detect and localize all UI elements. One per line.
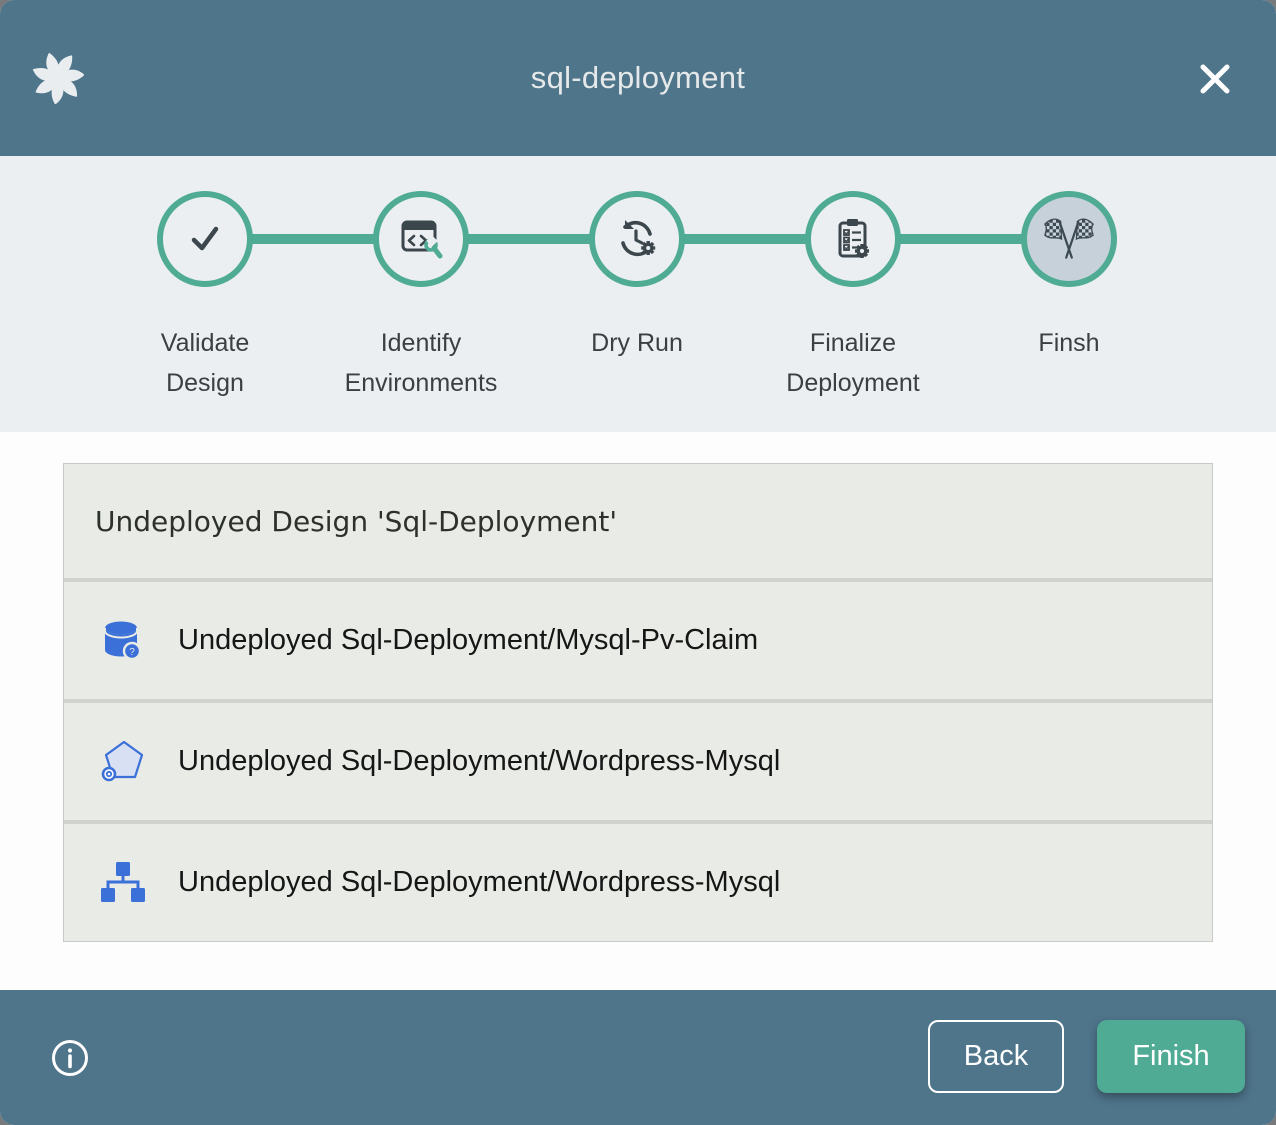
- list-item-text: Undeployed Sql-Deployment/Wordpress-Mysq…: [178, 745, 780, 778]
- app-backdrop: sql-deployment: [0, 0, 1276, 1125]
- step-finalize-deployment[interactable]: [805, 191, 901, 287]
- back-button[interactable]: Back: [928, 1020, 1064, 1093]
- step-identify-environments[interactable]: [373, 191, 469, 287]
- list-item: ? Undeployed Sql-Deployment/Mysql-Pv-Cla…: [64, 578, 1212, 699]
- list-item: Undeployed Sql-Deployment/Wordpress-Mysq…: [64, 820, 1212, 941]
- gear: [855, 244, 869, 258]
- list-item: Undeployed Sql-Deployment/Wordpress-Mysq…: [64, 699, 1212, 820]
- step-label-dry-run: Dry Run: [552, 323, 722, 363]
- finish-button[interactable]: Finish: [1097, 1020, 1245, 1093]
- result-header-row: Undeployed Design 'Sql-Deployment': [64, 464, 1212, 578]
- svg-text:?: ?: [129, 647, 135, 658]
- list-item-text: Undeployed Sql-Deployment/Wordpress-Mysq…: [178, 866, 780, 899]
- hierarchy-icon: [99, 859, 147, 907]
- wizard-stepper: Validate Design Identify Environments Dr…: [0, 156, 1276, 432]
- step-label-finish: Finsh: [984, 323, 1154, 363]
- deploy-result-list: Undeployed Design 'Sql-Deployment' ?: [63, 463, 1213, 942]
- check-icon: [181, 215, 229, 263]
- sync-gear-icon: [613, 215, 661, 263]
- step-label-finalize-deployment: Finalize Deployment: [768, 323, 938, 403]
- finish-flags-icon: [1043, 213, 1095, 265]
- database-icon: ?: [99, 617, 147, 665]
- footer-actions: Back Finish: [928, 1020, 1245, 1093]
- step-label-validate-design: Validate Design: [120, 323, 290, 403]
- step-label-identify-environments: Identify Environments: [336, 323, 506, 403]
- clipboard-gear-icon: [829, 215, 877, 263]
- step-dry-run[interactable]: [589, 191, 685, 287]
- step-finish[interactable]: [1021, 191, 1117, 287]
- close-icon[interactable]: [1194, 58, 1236, 100]
- dialog-footer: Back Finish: [0, 990, 1276, 1125]
- deployment-wizard-dialog: sql-deployment: [0, 0, 1276, 1125]
- dialog-header: sql-deployment: [0, 0, 1276, 156]
- info-icon[interactable]: [50, 1038, 90, 1078]
- step-validate-design[interactable]: [157, 191, 253, 287]
- result-header-text: Undeployed Design 'Sql-Deployment': [95, 505, 617, 538]
- pod-icon: [99, 738, 147, 786]
- code-wrench-icon: [397, 215, 445, 263]
- dialog-body: Undeployed Design 'Sql-Deployment' ?: [0, 432, 1276, 990]
- list-item-text: Undeployed Sql-Deployment/Mysql-Pv-Claim: [178, 624, 758, 657]
- dialog-title: sql-deployment: [0, 60, 1276, 96]
- gear: [641, 241, 655, 255]
